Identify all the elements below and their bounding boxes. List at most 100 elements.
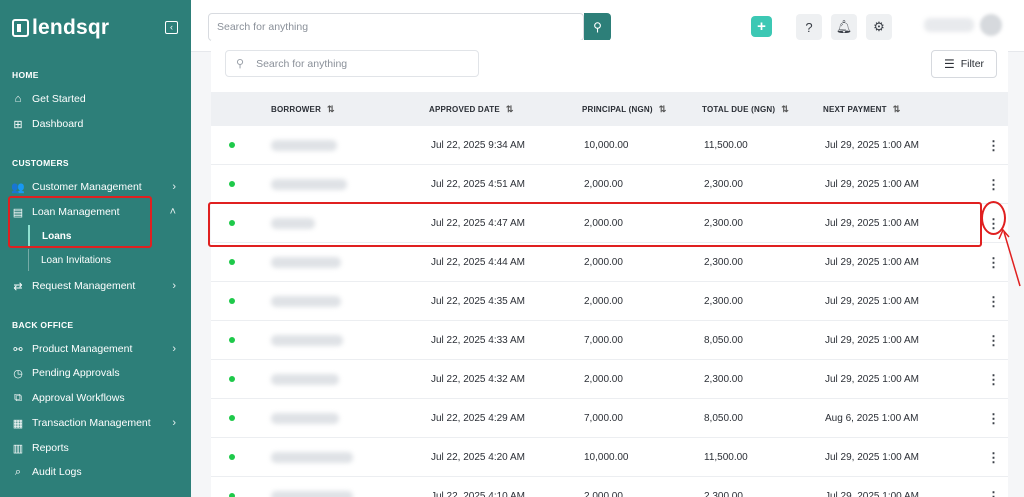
sort-icon[interactable]: ⇅ — [781, 104, 789, 115]
sidebar-item-loan-invitations[interactable]: Loan Invitations — [28, 249, 178, 271]
status-dot — [229, 298, 235, 304]
sidebar-item-customer-management[interactable]: 👥 Customer Management › — [11, 178, 182, 196]
principal-cell: 7,000.00 — [584, 335, 623, 346]
sidebar-item-label: Dashboard — [32, 118, 84, 130]
search-input[interactable]: Search for anything — [208, 13, 584, 41]
sort-icon[interactable]: ⇅ — [327, 104, 335, 115]
table-row[interactable]: Jul 22, 2025 4:33 AM 7,000.00 8,050.00 Jul … — [211, 321, 1008, 360]
table-row[interactable]: Jul 22, 2025 4:44 AM 2,000.00 2,300.00 Jul … — [211, 243, 1008, 282]
next-payment-cell: Jul 29, 2025 1:00 AM — [825, 452, 919, 463]
column-label: APPROVED DATE — [429, 104, 500, 114]
status-dot — [229, 493, 235, 497]
sidebar-item-label: Reports — [32, 442, 69, 454]
principal-cell: 7,000.00 — [584, 413, 623, 424]
borrower-name[interactable] — [271, 140, 337, 151]
table-row[interactable]: Jul 22, 2025 4:29 AM 7,000.00 8,050.00 Aug … — [211, 399, 1008, 438]
sidebar-item-label: Pending Approvals — [32, 367, 120, 379]
total-due-cell: 2,300.00 — [704, 179, 743, 190]
kebab-icon[interactable]: ⋮ — [987, 399, 1000, 438]
column-next-payment[interactable]: NEXT PAYMENT ⇅ — [823, 92, 901, 126]
borrower-name[interactable] — [271, 296, 341, 307]
logo-mark-icon — [12, 19, 29, 37]
sidebar-item-transaction-management[interactable]: ▦ Transaction Management › — [12, 414, 182, 432]
borrower-name[interactable] — [271, 257, 341, 268]
user-name[interactable] — [924, 18, 974, 32]
borrower-name[interactable] — [271, 413, 339, 424]
sidebar-item-label: Audit Logs — [32, 466, 82, 478]
sort-icon[interactable]: ⇅ — [659, 104, 667, 115]
status-dot — [229, 415, 235, 421]
filter-label: Filter — [960, 58, 985, 70]
total-due-cell: 2,300.00 — [704, 257, 743, 268]
gear-icon[interactable]: ⚙ — [866, 14, 892, 40]
kebab-icon[interactable]: ⋮ — [987, 438, 1000, 477]
borrower-name[interactable] — [271, 374, 339, 385]
borrower-name[interactable] — [271, 179, 347, 190]
filter-button[interactable]: ☰ Filter — [931, 50, 997, 78]
sidebar-item-product-management[interactable]: ⚯ Product Management › — [12, 340, 182, 358]
kebab-icon[interactable]: ⋮ — [987, 321, 1000, 360]
kebab-icon[interactable]: ⋮ — [987, 126, 1000, 165]
total-due-cell: 11,500.00 — [704, 140, 748, 151]
kebab-icon[interactable]: ⋮ — [987, 477, 1000, 497]
sidebar-item-audit-logs[interactable]: ⌕ Audit Logs — [12, 463, 182, 481]
annotation-row-highlight — [208, 202, 982, 247]
section-back-office: BACK OFFICE — [12, 320, 74, 330]
sidebar-item-reports[interactable]: ▥ Reports — [12, 439, 182, 457]
transaction-icon: ▦ — [12, 417, 24, 430]
sidebar-item-label: Loan Invitations — [41, 254, 112, 266]
principal-cell: 2,000.00 — [584, 296, 623, 307]
dashboard-icon: ⊞ — [13, 118, 23, 131]
borrower-name[interactable] — [271, 335, 343, 346]
sidebar-item-label: Get Started — [32, 93, 86, 105]
section-home: HOME — [12, 70, 39, 80]
users-icon: 👥 — [11, 181, 25, 194]
table-row[interactable]: Jul 22, 2025 4:51 AM 2,000.00 2,300.00 Jul … — [211, 165, 1008, 204]
sidebar-item-get-started[interactable]: ⌂ Get Started — [12, 90, 182, 108]
report-icon: ▥ — [12, 442, 24, 455]
annotation-highlight-box — [8, 196, 152, 248]
next-payment-cell: Jul 29, 2025 1:00 AM — [825, 296, 919, 307]
column-label: BORROWER — [271, 104, 322, 114]
sidebar: lendsqr ‹ HOME ⌂ Get Started ⊞ Dashboard… — [0, 0, 191, 497]
brand-logo[interactable]: lendsqr — [12, 16, 109, 40]
table-row[interactable]: Jul 22, 2025 4:32 AM 2,000.00 2,300.00 Jul … — [211, 360, 1008, 399]
total-due-cell: 8,050.00 — [704, 413, 743, 424]
column-approved-date[interactable]: APPROVED DATE ⇅ — [429, 92, 514, 126]
table-row[interactable]: Jul 22, 2025 4:10 AM 2,000.00 2,300.00 Jul … — [211, 477, 1008, 497]
search-button[interactable]: ⚲ — [584, 13, 611, 41]
principal-cell: 2,000.00 — [584, 257, 623, 268]
borrower-name[interactable] — [271, 452, 353, 463]
search-placeholder: Search for anything — [256, 57, 348, 70]
sidebar-item-dashboard[interactable]: ⊞ Dashboard — [12, 115, 182, 133]
column-borrower[interactable]: BORROWER ⇅ — [271, 92, 335, 126]
total-due-cell: 2,300.00 — [704, 491, 743, 497]
request-icon: ⇄ — [13, 280, 23, 293]
clock-icon: ◷ — [13, 367, 23, 380]
loans-panel: ⚲ Search for anything ☰ Filter BORROWER ⇅… — [211, 40, 1008, 497]
table-search-input[interactable]: ⚲ Search for anything — [225, 50, 479, 77]
collapse-icon[interactable]: ‹ — [165, 21, 178, 34]
sidebar-item-request-management[interactable]: ⇄ Request Management › — [12, 277, 182, 295]
sort-icon[interactable]: ⇅ — [893, 104, 901, 115]
total-due-cell: 2,300.00 — [704, 374, 743, 385]
borrower-name[interactable] — [271, 491, 353, 497]
kebab-icon[interactable]: ⋮ — [987, 165, 1000, 204]
column-total-due[interactable]: TOTAL DUE (NGN) ⇅ — [702, 92, 789, 126]
principal-cell: 2,000.00 — [584, 491, 623, 497]
sidebar-item-label: Product Management — [32, 343, 133, 355]
help-icon[interactable]: ? — [796, 14, 822, 40]
avatar[interactable] — [980, 14, 1002, 36]
bell-icon[interactable]: 🔔︎ — [831, 14, 857, 40]
table-row[interactable]: Jul 22, 2025 9:34 AM 10,000.00 11,500.00 Ju… — [211, 126, 1008, 165]
sidebar-item-approval-workflows[interactable]: ⧉ Approval Workflows — [12, 389, 182, 407]
sidebar-item-pending-approvals[interactable]: ◷ Pending Approvals — [12, 364, 182, 382]
status-dot — [229, 454, 235, 460]
kebab-icon[interactable]: ⋮ — [987, 360, 1000, 399]
column-principal[interactable]: PRINCIPAL (NGN) ⇅ — [582, 92, 666, 126]
table-row[interactable]: Jul 22, 2025 4:20 AM 10,000.00 11,500.00 Ju… — [211, 438, 1008, 477]
plus-icon[interactable]: + — [751, 16, 772, 37]
table-row[interactable]: Jul 22, 2025 4:35 AM 2,000.00 2,300.00 Jul … — [211, 282, 1008, 321]
principal-cell: 10,000.00 — [584, 140, 629, 151]
sort-icon[interactable]: ⇅ — [506, 104, 514, 115]
